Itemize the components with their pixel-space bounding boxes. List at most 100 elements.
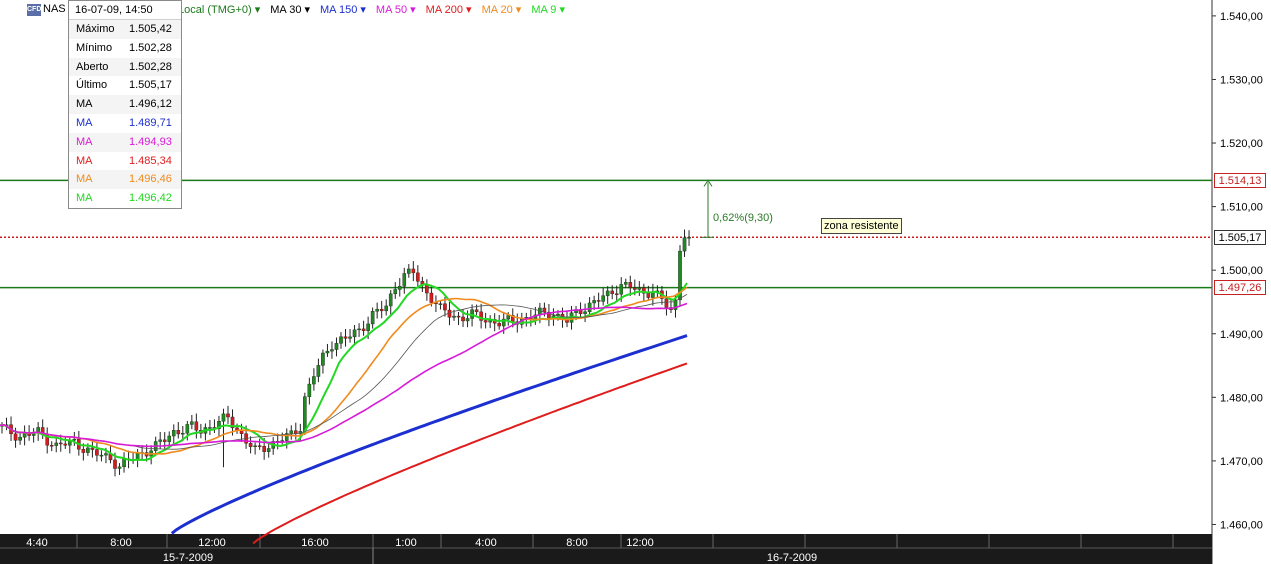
candle-body	[357, 328, 361, 331]
candle-body	[388, 293, 393, 307]
candle-body	[637, 287, 642, 290]
candle-body	[104, 453, 108, 456]
candle-body	[18, 436, 22, 441]
candle-body	[190, 421, 194, 425]
candle-body	[474, 309, 479, 313]
candle-body	[330, 349, 334, 352]
resistance-zone-label[interactable]: zona resistente	[821, 218, 902, 234]
cfd-logo: CFD	[27, 4, 41, 16]
date-label: 16-7-2009	[767, 552, 817, 564]
candle-body	[628, 282, 633, 289]
candle-body	[86, 447, 90, 453]
candle-body	[461, 316, 465, 322]
legend-item[interactable]: MA 50 ▾	[376, 3, 416, 17]
ma-line-ma-150[interactable]	[170, 334, 688, 535]
candle-body	[307, 383, 312, 397]
info-row: Mínimo 1.502,28	[69, 39, 181, 58]
candle-body	[605, 290, 610, 296]
info-row: Aberto 1.502,28	[69, 57, 181, 77]
candle-body	[601, 295, 605, 302]
candle-body	[325, 350, 330, 354]
price-tick-label: 1.540,00	[1220, 11, 1263, 23]
candle-body	[194, 421, 199, 431]
candle-body	[294, 430, 298, 434]
info-value: 1.496,42	[129, 192, 172, 205]
candle-body	[289, 430, 294, 434]
candle-body	[208, 427, 212, 429]
candle-body	[610, 290, 614, 294]
candle-body	[343, 336, 348, 339]
candle-body	[312, 376, 316, 385]
candle-body	[506, 315, 511, 320]
price-tick-label: 1.500,00	[1220, 265, 1263, 277]
candle-body	[623, 282, 628, 285]
candle-body	[384, 305, 389, 312]
time-tick-label: 4:40	[26, 537, 47, 549]
info-value: 1.505,17	[129, 79, 172, 92]
candle-body	[321, 352, 325, 366]
candle-body	[646, 293, 651, 298]
info-value: 1.489,71	[129, 116, 172, 129]
candle-body	[334, 343, 339, 350]
ma-line-ma-50[interactable]	[0, 302, 688, 448]
price-tick-label: 1.490,00	[1220, 329, 1263, 341]
candle-body	[262, 445, 266, 452]
candle-body	[99, 454, 104, 457]
legend-item[interactable]: MA 200 ▾	[426, 3, 472, 17]
info-row: Último 1.505,17	[69, 76, 181, 95]
candle-body	[167, 435, 172, 442]
info-label: MA	[76, 135, 93, 148]
legend-item[interactable]: MA 20 ▾	[482, 3, 522, 17]
legend-item[interactable]: MA 30 ▾	[270, 3, 310, 17]
candle-body	[587, 302, 592, 312]
candle-body	[687, 237, 691, 239]
time-tick-label: 12:00	[626, 537, 654, 549]
candle-body	[438, 303, 443, 305]
info-row: MA 1.496,42	[69, 189, 181, 208]
candle-body	[162, 439, 167, 442]
candle-body	[221, 413, 226, 422]
time-tick-label: 8:00	[110, 537, 131, 549]
info-row: MA 1.489,71	[69, 114, 181, 133]
date-label: 15-7-2009	[163, 552, 213, 564]
info-row: MA 1.496,46	[69, 170, 181, 190]
candle-body	[158, 439, 163, 442]
info-datetime: 16-07-09, 14:50	[69, 1, 181, 20]
candle-body	[58, 442, 63, 445]
candle-body	[429, 292, 434, 303]
legend-item[interactable]: Local (TMG+0) ▾	[178, 3, 260, 17]
percent-change-label: 0,62%(9,30)	[713, 212, 773, 224]
info-row: Máximo 1.505,42	[69, 20, 181, 39]
info-value: 1.496,46	[129, 173, 172, 186]
candle-body	[171, 430, 176, 437]
candle-body	[122, 458, 126, 468]
symbol-label: NAS	[43, 3, 66, 15]
info-row: MA 1.485,34	[69, 152, 181, 171]
candle-body	[63, 443, 68, 446]
candle-body	[416, 272, 420, 282]
candle-body	[176, 430, 181, 435]
candle-body	[339, 336, 343, 344]
candle-body	[226, 413, 230, 418]
price-tick-label: 1.510,00	[1220, 202, 1263, 214]
ma-line-ma-200[interactable]	[252, 362, 688, 545]
info-label: Máximo	[76, 23, 115, 35]
candle-body	[397, 286, 402, 290]
candle-body	[81, 449, 86, 453]
info-label: Mínimo	[76, 41, 113, 54]
candle-body	[619, 284, 624, 295]
legend-item[interactable]: MA 9 ▾	[531, 3, 565, 17]
candle-body	[352, 329, 357, 338]
price-tick-label: 1.530,00	[1220, 74, 1263, 86]
price-chart[interactable]: 4:40 8:00 12:00 16:00 1:00 4:00 8:00 12:00 15-7-…	[0, 0, 1271, 564]
level-price-label: 1.514,13	[1214, 172, 1266, 188]
candle-body	[266, 448, 271, 452]
time-tick-label: 1:00	[395, 537, 416, 549]
info-row: MA 1.494,93	[69, 132, 181, 152]
level-price-label: 1.505,17	[1214, 229, 1266, 245]
candle-body	[633, 287, 637, 290]
info-label: MA	[76, 173, 93, 186]
candle-body	[135, 452, 140, 460]
candle-body	[257, 445, 262, 447]
legend-item[interactable]: MA 150 ▾	[320, 3, 366, 17]
